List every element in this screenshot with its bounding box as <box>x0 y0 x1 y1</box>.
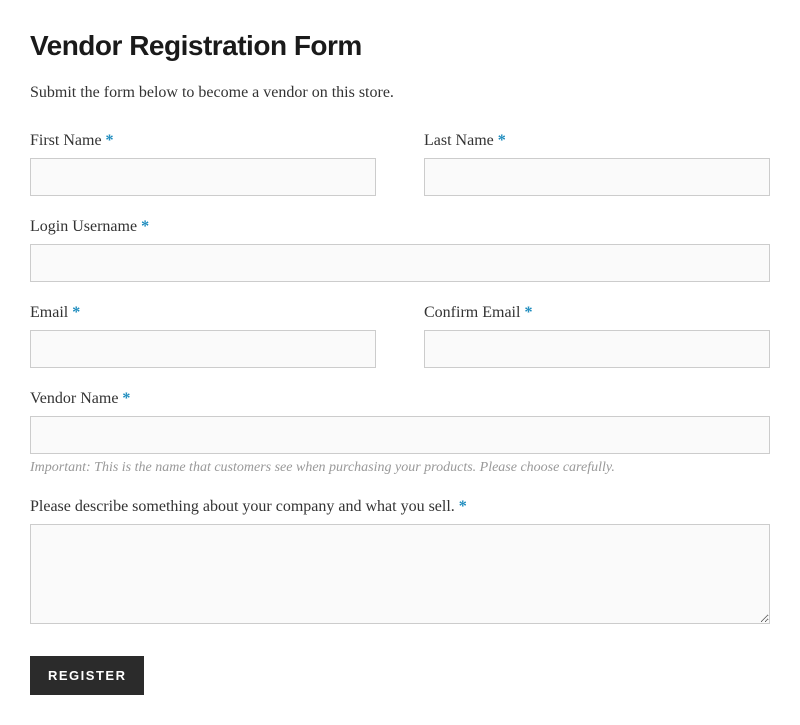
vendor-name-label: Vendor Name * <box>30 390 770 408</box>
first-name-label-text: First Name <box>30 132 106 149</box>
required-icon: * <box>459 498 467 515</box>
email-label: Email * <box>30 304 376 322</box>
first-name-group: First Name * <box>30 132 376 196</box>
confirm-email-field[interactable] <box>424 330 770 368</box>
last-name-label: Last Name * <box>424 132 770 150</box>
last-name-label-text: Last Name <box>424 132 498 149</box>
vendor-name-help: Important: This is the name that custome… <box>30 460 770 476</box>
vendor-name-label-text: Vendor Name <box>30 390 122 407</box>
vendor-registration-form: First Name * Last Name * Login Username … <box>30 132 770 695</box>
required-icon: * <box>141 218 149 235</box>
confirm-email-label-text: Confirm Email <box>424 304 524 321</box>
description-label: Please describe something about your com… <box>30 498 770 516</box>
required-icon: * <box>106 132 114 149</box>
description-field[interactable] <box>30 524 770 624</box>
login-username-field[interactable] <box>30 244 770 282</box>
email-group: Email * <box>30 304 376 368</box>
required-icon: * <box>122 390 130 407</box>
required-icon: * <box>72 304 80 321</box>
required-icon: * <box>524 304 532 321</box>
first-name-field[interactable] <box>30 158 376 196</box>
vendor-name-group: Vendor Name * Important: This is the nam… <box>30 390 770 476</box>
description-group: Please describe something about your com… <box>30 498 770 624</box>
login-username-label: Login Username * <box>30 218 770 236</box>
login-username-group: Login Username * <box>30 218 770 282</box>
email-field[interactable] <box>30 330 376 368</box>
page-title: Vendor Registration Form <box>30 30 770 62</box>
vendor-name-field[interactable] <box>30 416 770 454</box>
required-icon: * <box>498 132 506 149</box>
confirm-email-label: Confirm Email * <box>424 304 770 322</box>
confirm-email-group: Confirm Email * <box>424 304 770 368</box>
login-username-label-text: Login Username <box>30 218 141 235</box>
intro-text: Submit the form below to become a vendor… <box>30 84 770 102</box>
email-label-text: Email <box>30 304 72 321</box>
first-name-label: First Name * <box>30 132 376 150</box>
last-name-field[interactable] <box>424 158 770 196</box>
register-button[interactable]: Register <box>30 656 144 695</box>
description-label-text: Please describe something about your com… <box>30 498 459 515</box>
last-name-group: Last Name * <box>424 132 770 196</box>
